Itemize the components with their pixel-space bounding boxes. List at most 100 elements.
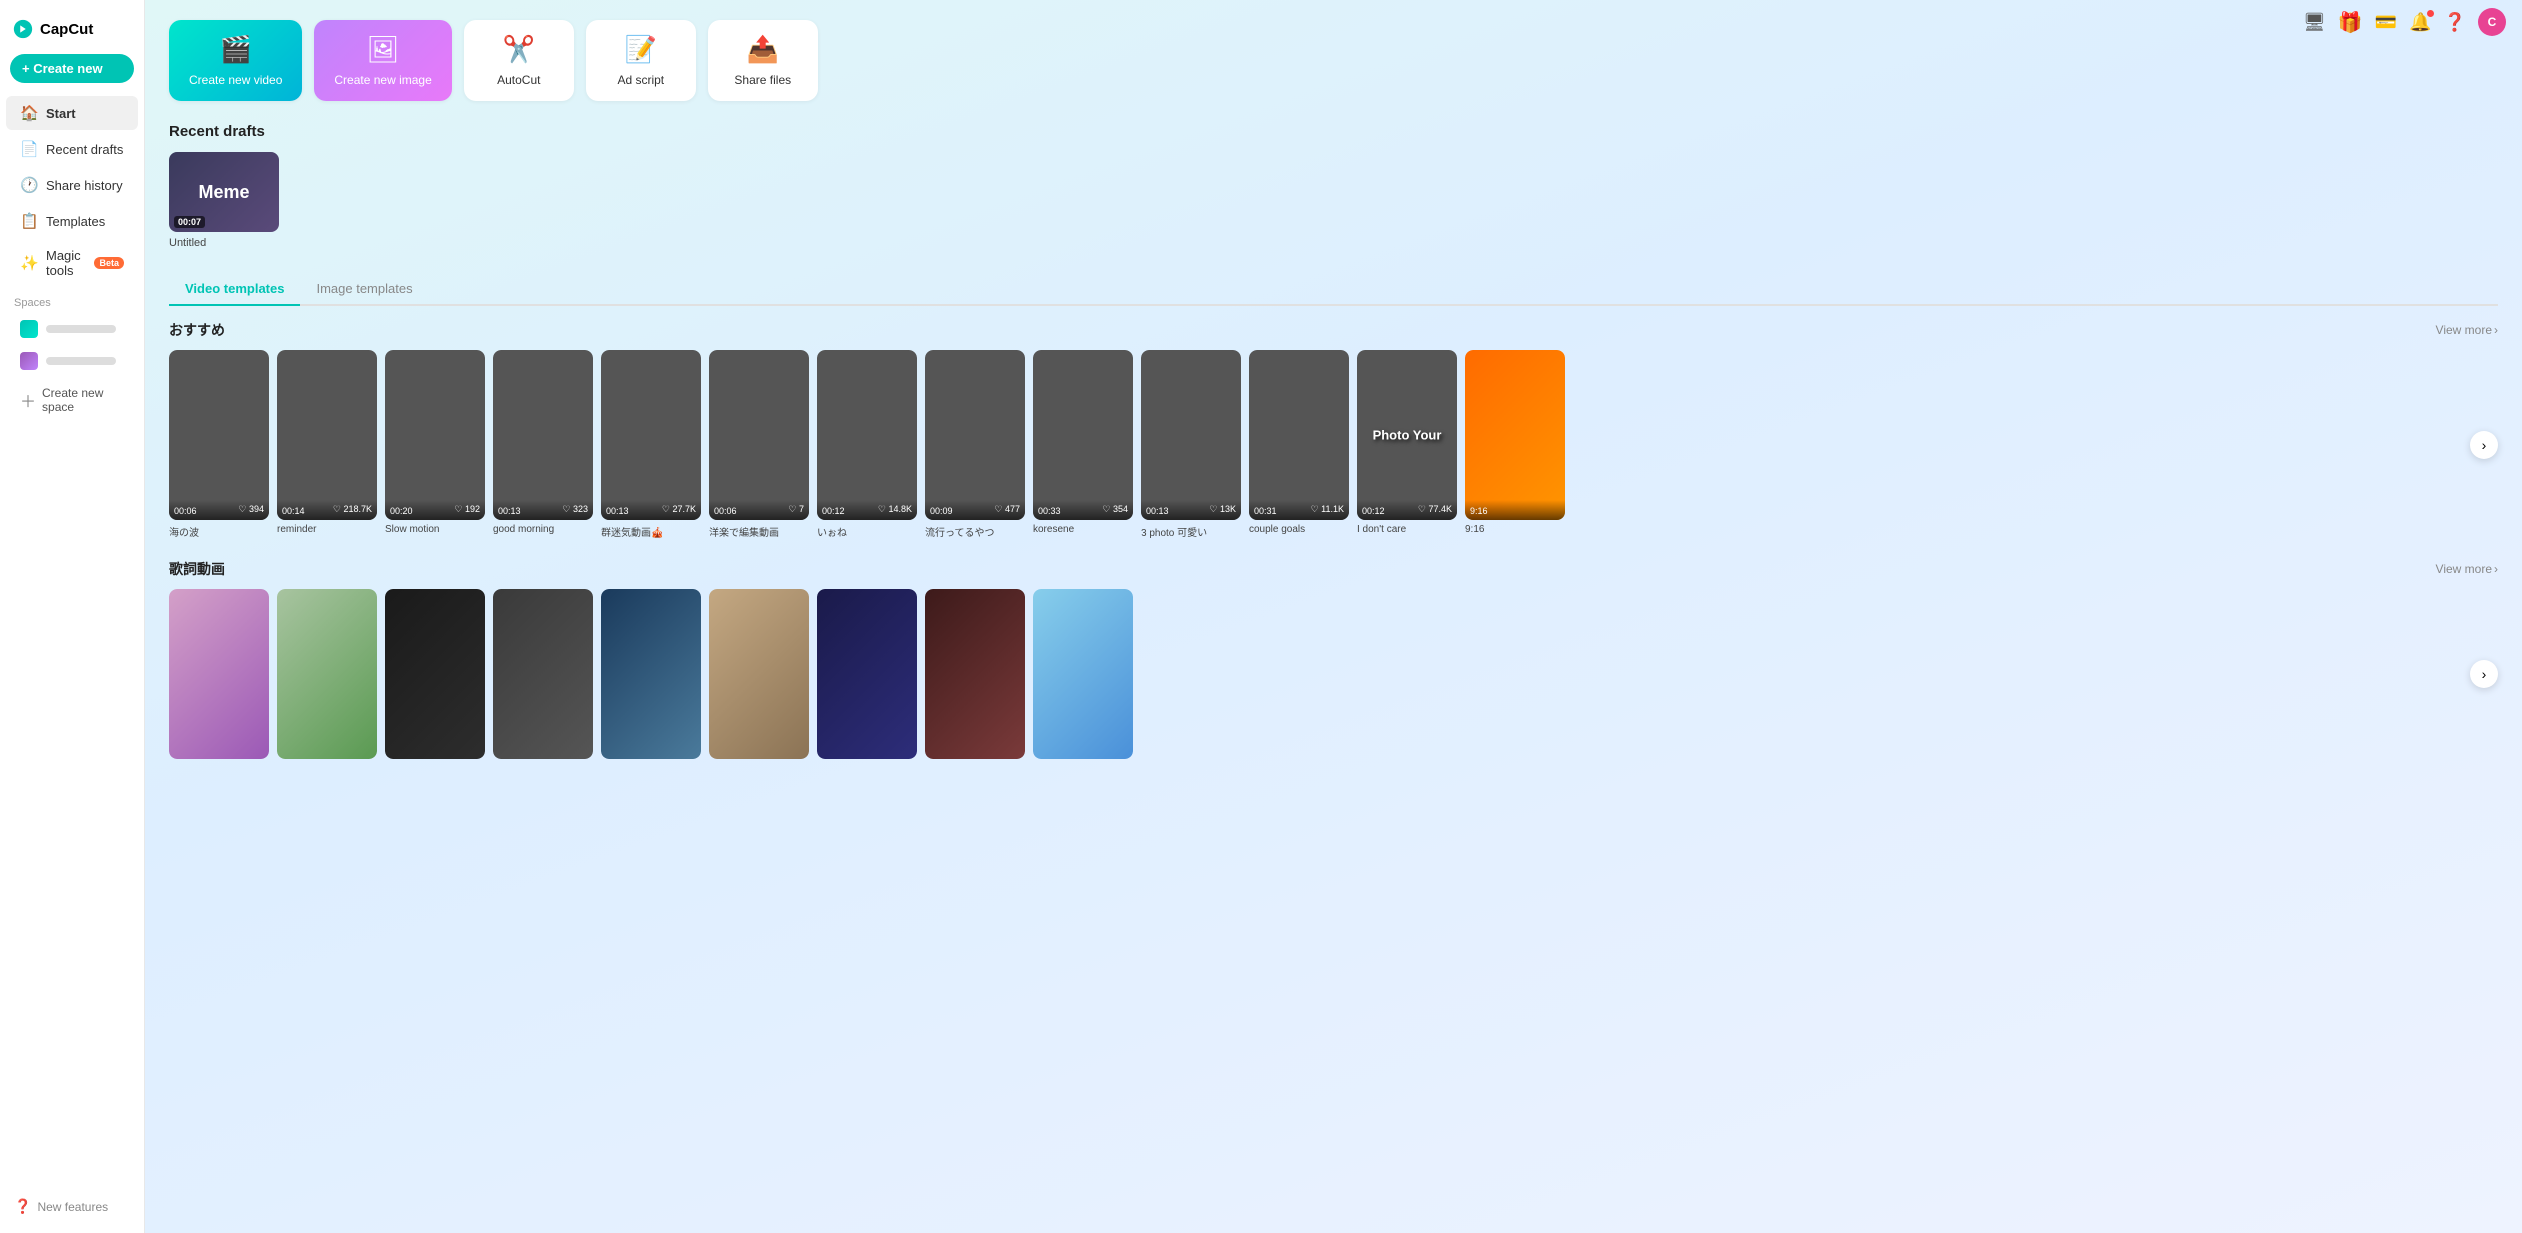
nav-label-drafts: Recent drafts xyxy=(46,142,123,157)
template-name-t5: 群迷気動画🎪 xyxy=(601,524,701,539)
templates-tabs: Video templates Image templates xyxy=(169,273,2498,306)
draft-card-1[interactable]: Meme 00:07 Untitled xyxy=(169,152,279,249)
ad-script-card[interactable]: 📝 Ad script xyxy=(586,20,696,101)
draft-name-1: Untitled xyxy=(169,237,279,249)
template-card-t13[interactable]: 9:16 9:16 xyxy=(1465,350,1565,539)
create-image-label: Create new image xyxy=(334,73,431,87)
ad-script-label: Ad script xyxy=(617,73,664,87)
nav-item-recent-drafts[interactable]: 📄 Recent drafts xyxy=(6,132,138,166)
lyric-card-6[interactable] xyxy=(709,589,809,759)
section-header-osusume: おすすめ View more › xyxy=(169,320,2498,340)
magic-icon: ✨ xyxy=(20,254,38,272)
template-name-t12: I don't care xyxy=(1357,524,1457,535)
space-dot-2 xyxy=(20,352,38,370)
draft-icon: 📄 xyxy=(20,140,38,158)
create-new-button[interactable]: + Create new xyxy=(10,54,134,83)
template-name-t4: good morning xyxy=(493,524,593,535)
new-features-label: New features xyxy=(37,1200,108,1214)
create-space-label: Create new space xyxy=(42,386,124,414)
lyric-card-1[interactable] xyxy=(169,589,269,759)
nav-item-start[interactable]: 🏠 Start xyxy=(6,96,138,130)
lyric-card-5[interactable] xyxy=(601,589,701,759)
ad-script-icon: 📝 xyxy=(625,34,657,65)
lyric-card-9[interactable] xyxy=(1033,589,1133,759)
lyric-card-2[interactable] xyxy=(277,589,377,759)
scroll-right-osusume[interactable]: › xyxy=(2470,431,2498,459)
autocut-label: AutoCut xyxy=(497,73,540,87)
template-section-lyric: 歌詞動画 View more › xyxy=(169,559,2498,759)
recent-drafts-section: Recent drafts Meme 00:07 Untitled xyxy=(169,123,2498,249)
nav-label-share-history: Share history xyxy=(46,178,123,193)
home-icon: 🏠 xyxy=(20,104,38,122)
template-card-t6[interactable]: 00:06 ♡ 7 洋楽で編集動画 xyxy=(709,350,809,539)
template-card-t11[interactable]: 00:31 ♡ 11.1K couple goals xyxy=(1249,350,1349,539)
create-image-icon: 🖼 xyxy=(367,34,400,65)
space-label-1 xyxy=(46,325,116,333)
template-card-t12[interactable]: 00:12 ♡ 77.4K Photo Your I don't care xyxy=(1357,350,1457,539)
template-name-t13: 9:16 xyxy=(1465,524,1565,535)
lyric-card-4[interactable] xyxy=(493,589,593,759)
template-card-t9[interactable]: 00:33 ♡ 354 koresene xyxy=(1033,350,1133,539)
recent-drafts-title: Recent drafts xyxy=(169,123,2498,140)
plus-icon: ＋ xyxy=(20,388,36,412)
scroll-right-lyric[interactable]: › xyxy=(2470,660,2498,688)
template-name-t8: 流行ってるやつ xyxy=(925,524,1025,539)
gift-icon[interactable]: 🎁 xyxy=(2338,10,2363,35)
nav-label-magic: Magic tools xyxy=(46,248,86,278)
monitor-icon[interactable]: 🖥 xyxy=(2303,12,2326,33)
lyric-card-8[interactable] xyxy=(925,589,1025,759)
template-name-t9: koresene xyxy=(1033,524,1133,535)
template-section-osusume: おすすめ View more › 00:06 ♡ 394 xyxy=(169,320,2498,539)
bell-icon[interactable]: 🔔 xyxy=(2409,12,2431,33)
drafts-row: Meme 00:07 Untitled xyxy=(169,152,2498,249)
wallet-icon[interactable]: 💳 xyxy=(2375,12,2397,33)
nav-item-magic-tools[interactable]: ✨ Magic tools Beta xyxy=(6,240,138,286)
template-card-t8[interactable]: 00:09 ♡ 477 流行ってるやつ xyxy=(925,350,1025,539)
template-cards-lyric xyxy=(169,589,2498,759)
template-card-t3[interactable]: 00:20 ♡ 192 Slow motion xyxy=(385,350,485,539)
nav-item-templates[interactable]: 📋 Templates xyxy=(6,204,138,238)
create-image-card[interactable]: 🖼 Create new image xyxy=(314,20,451,101)
tab-video-templates[interactable]: Video templates xyxy=(169,273,300,306)
view-more-lyric[interactable]: View more › xyxy=(2436,562,2498,576)
app-name: CapCut xyxy=(40,21,93,38)
logo-area: CapCut xyxy=(0,10,144,54)
template-name-t6: 洋楽で編集動画 xyxy=(709,524,809,539)
template-card-t7[interactable]: 00:12 ♡ 14.8K いぉね xyxy=(817,350,917,539)
autocut-card[interactable]: ✂️ AutoCut xyxy=(464,20,574,101)
template-name-t3: Slow motion xyxy=(385,524,485,535)
avatar[interactable]: C xyxy=(2478,8,2506,36)
lyric-card-7[interactable] xyxy=(817,589,917,759)
sidebar: CapCut + Create new 🏠 Start 📄 Recent dra… xyxy=(0,0,145,1233)
nav-item-share-history[interactable]: 🕐 Share history xyxy=(6,168,138,202)
templates-icon: 📋 xyxy=(20,212,38,230)
draft-thumb-text: Meme xyxy=(198,182,249,203)
template-card-t1[interactable]: 00:06 ♡ 394 海の波 xyxy=(169,350,269,539)
template-card-t5[interactable]: 00:13 ♡ 27.7K 群迷気動画🎪 xyxy=(601,350,701,539)
create-space-button[interactable]: ＋ Create new space xyxy=(6,379,138,421)
space-item-1[interactable] xyxy=(6,314,138,344)
chevron-right-icon-lyric: › xyxy=(2494,562,2498,576)
section-header-lyric: 歌詞動画 View more › xyxy=(169,559,2498,579)
photo-your-overlay: Photo Your xyxy=(1373,428,1442,443)
space-label-2 xyxy=(46,357,116,365)
template-row-lyric: › xyxy=(169,589,2498,759)
create-video-card[interactable]: 🎬 Create new video xyxy=(169,20,302,101)
action-cards: 🎬 Create new video 🖼 Create new image ✂️… xyxy=(169,20,2498,101)
clock-icon: 🕐 xyxy=(20,176,38,194)
space-dot-1 xyxy=(20,320,38,338)
view-more-osusume[interactable]: View more › xyxy=(2436,323,2498,337)
share-files-card[interactable]: 📤 Share files xyxy=(708,20,818,101)
template-name-t7: いぉね xyxy=(817,524,917,539)
space-item-2[interactable] xyxy=(6,346,138,376)
template-card-t4[interactable]: 00:13 ♡ 323 good morning xyxy=(493,350,593,539)
template-card-t10[interactable]: 00:13 ♡ 13K 3 photo 可愛い xyxy=(1141,350,1241,539)
lyric-card-3[interactable] xyxy=(385,589,485,759)
template-card-t2[interactable]: 00:14 ♡ 218.7K reminder xyxy=(277,350,377,539)
template-row-osusume: 00:06 ♡ 394 海の波 00:14 ♡ 218.7K xyxy=(169,350,2498,539)
beta-badge: Beta xyxy=(94,257,124,269)
autocut-icon: ✂️ xyxy=(503,34,535,65)
draft-duration-1: 00:07 xyxy=(174,216,205,228)
tab-image-templates[interactable]: Image templates xyxy=(300,273,428,306)
help-icon[interactable]: ❓ xyxy=(2444,12,2466,33)
